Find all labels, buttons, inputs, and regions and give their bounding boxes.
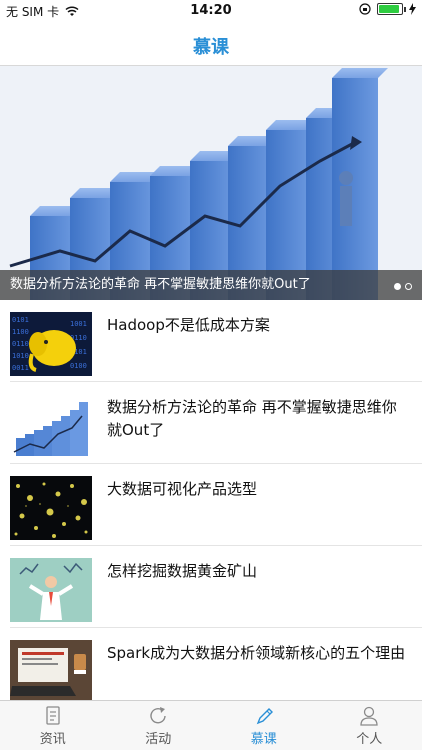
list-item[interactable]: 0101 1100 0110 1010 0011 1001 0110 1101 0100 Ha…	[10, 300, 422, 382]
status-right	[359, 3, 416, 15]
battery-icon	[377, 3, 406, 15]
tab-label: 个人	[356, 732, 383, 747]
svg-text:0110: 0110	[12, 340, 29, 348]
list-item[interactable]: 大数据可视化产品选型	[10, 464, 422, 546]
carousel-dot-2[interactable]	[405, 283, 412, 290]
status-bar: 无 SIM 卡 14:20	[0, 0, 422, 22]
svg-text:1010: 1010	[12, 352, 29, 360]
banner-carousel[interactable]: 数据分析方法论的革命 再不掌握敏捷思维你就Out了	[0, 66, 422, 300]
article-title: Hadoop不是低成本方案	[107, 316, 270, 334]
page-title: 慕课	[193, 37, 229, 58]
svg-text:1100: 1100	[12, 328, 29, 336]
tab-mooc[interactable]: 慕课	[211, 701, 317, 750]
banner-image	[0, 66, 422, 300]
list-item[interactable]: 数据分析方法论的革命 再不掌握敏捷思维你就Out了	[10, 382, 422, 464]
banner-caption: 数据分析方法论的革命 再不掌握敏捷思维你就Out了	[0, 270, 422, 300]
article-title: 怎样挖掘数据黄金矿山	[107, 562, 258, 580]
article-title: 大数据可视化产品选型	[107, 480, 258, 498]
tab-label: 慕课	[250, 732, 277, 747]
person-icon	[360, 706, 378, 726]
pencil-icon	[256, 708, 273, 725]
tab-label: 资讯	[39, 732, 66, 747]
article-thumbnail	[10, 640, 92, 700]
tab-bar: 资讯 活动 慕课 个人	[0, 700, 422, 750]
charging-icon	[409, 3, 416, 15]
svg-text:0011: 0011	[12, 364, 29, 372]
carousel-dot-1[interactable]	[394, 283, 401, 290]
tab-label: 活动	[145, 732, 172, 747]
tab-activity[interactable]: 活动	[106, 701, 212, 750]
svg-text:0101: 0101	[12, 316, 29, 324]
tab-news[interactable]: 资讯	[0, 701, 106, 750]
svg-text:0100: 0100	[70, 362, 87, 370]
carousel-dots[interactable]	[394, 283, 412, 290]
article-title: Spark成为大数据分析领域新核心的五个理由	[107, 644, 406, 662]
article-title: 数据分析方法论的革命 再不掌握敏捷思维你就Out了	[107, 398, 397, 439]
tab-profile[interactable]: 个人	[317, 701, 422, 750]
article-thumbnail	[10, 394, 92, 458]
article-thumbnail	[10, 476, 92, 540]
article-thumbnail	[10, 558, 92, 622]
nav-bar: 慕课	[0, 22, 422, 66]
article-list: 0101 1100 0110 1010 0011 1001 0110 1101 0100 Ha…	[0, 300, 422, 700]
article-thumbnail: 0101 1100 0110 1010 0011 1001 0110 1101 0100	[10, 312, 92, 376]
list-item[interactable]: Spark成为大数据分析领域新核心的五个理由	[10, 628, 422, 700]
list-item[interactable]: 怎样挖掘数据黄金矿山	[10, 546, 422, 628]
rotation-lock-icon	[359, 3, 371, 15]
document-icon	[46, 706, 60, 725]
refresh-icon	[150, 707, 166, 724]
svg-text:1001: 1001	[70, 320, 87, 328]
